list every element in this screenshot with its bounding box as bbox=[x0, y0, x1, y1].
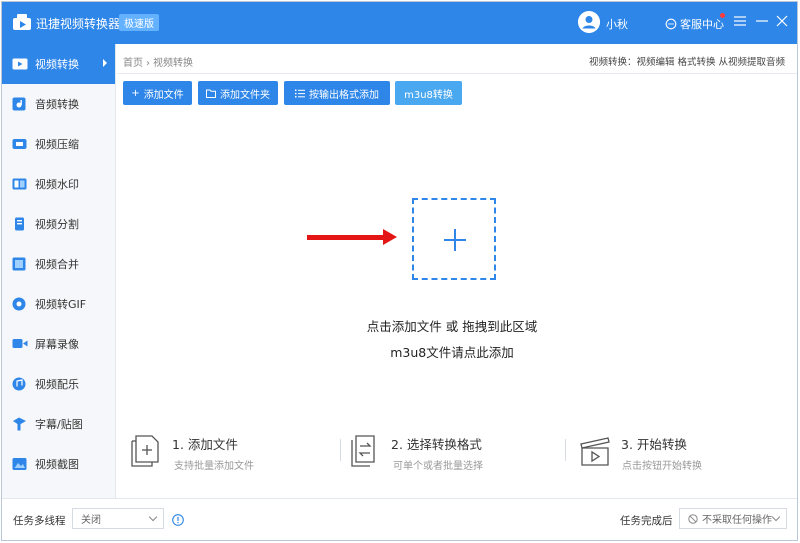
edition-badge: 极速版 bbox=[119, 14, 159, 31]
app-logo-icon bbox=[13, 14, 31, 30]
user-avatar-icon[interactable] bbox=[578, 11, 600, 33]
video-split-icon bbox=[15, 217, 24, 231]
video-screenshot-icon bbox=[12, 458, 27, 470]
chat-bubble-icon bbox=[665, 18, 677, 30]
sidebar-item-audio-convert[interactable]: 音频转换 bbox=[2, 84, 115, 124]
sidebar: 视频转换 音频转换 视频压缩 视频水印 视频分割 视频合并 视频转GIF 屏幕录… bbox=[2, 44, 116, 498]
minimize-icon[interactable] bbox=[752, 11, 772, 31]
m3u8-hint[interactable]: m3u8文件请点此添加 bbox=[302, 342, 602, 361]
breadcrumb-current: 视频转换 bbox=[153, 58, 193, 69]
chevron-down-icon bbox=[771, 512, 781, 522]
add-folder-button[interactable]: 添加文件夹 bbox=[198, 81, 278, 105]
service-center-label: 客服中心 bbox=[680, 18, 724, 31]
after-done-select[interactable]: 不采取任何操作 bbox=[679, 508, 787, 529]
add-file-button[interactable]: + 添加文件 bbox=[123, 81, 192, 105]
start-convert-step-icon bbox=[580, 437, 610, 466]
add-by-format-button[interactable]: 按输出格式添加 bbox=[284, 81, 390, 105]
close-icon[interactable] bbox=[772, 11, 792, 31]
video-to-gif-icon bbox=[12, 297, 26, 311]
select-format-step-icon bbox=[351, 435, 375, 467]
step-1-desc: 支持批量添加文件 bbox=[174, 461, 254, 472]
sidebar-item-video-split[interactable]: 视频分割 bbox=[2, 204, 115, 244]
step-divider bbox=[340, 439, 341, 461]
video-watermark-icon bbox=[12, 178, 27, 190]
multithread-select[interactable]: 关闭 bbox=[72, 508, 164, 529]
step-2-title: 2. 选择转换格式 bbox=[391, 437, 482, 452]
header-divider bbox=[117, 73, 797, 74]
add-file-step-icon bbox=[131, 435, 159, 467]
step-3-desc: 点击按钮开始转换 bbox=[622, 461, 702, 472]
after-done-label: 任务完成后 bbox=[620, 515, 673, 527]
video-music-icon bbox=[12, 377, 26, 391]
step-1-title: 1. 添加文件 bbox=[172, 437, 238, 452]
breadcrumb-home[interactable]: 首页 bbox=[123, 58, 143, 69]
notification-dot bbox=[720, 13, 725, 18]
menu-icon[interactable] bbox=[730, 11, 750, 31]
bottom-bar: 任务多线程 关闭 任务完成后 不采取任何操作 bbox=[2, 498, 797, 540]
video-convert-icon bbox=[12, 58, 28, 70]
step-3-title: 3. 开始转换 bbox=[621, 437, 687, 452]
title-bar: 迅捷视频转换器 极速版 小秋 客服中心 bbox=[2, 2, 797, 44]
subtitle-sticker-icon bbox=[13, 417, 26, 431]
user-name[interactable]: 小秋 bbox=[606, 16, 628, 32]
video-compress-icon bbox=[12, 139, 27, 149]
breadcrumb: 首页 › 视频转换 bbox=[123, 54, 193, 69]
red-arrow-shaft bbox=[307, 235, 385, 240]
dropzone-hint[interactable]: 点击添加文件 或 拖拽到此区域 bbox=[302, 316, 602, 335]
sidebar-item-video-compress[interactable]: 视频压缩 bbox=[2, 124, 115, 164]
sidebar-item-screen-record[interactable]: 屏幕录像 bbox=[2, 324, 115, 364]
plus-icon: + bbox=[131, 87, 140, 99]
breadcrumb-separator: › bbox=[146, 58, 150, 69]
audio-convert-icon bbox=[12, 97, 26, 111]
sidebar-item-video-merge[interactable]: 视频合并 bbox=[2, 244, 115, 284]
video-merge-icon bbox=[12, 257, 26, 271]
add-file-dropzone[interactable] bbox=[412, 198, 496, 280]
folder-icon bbox=[206, 89, 216, 98]
chevron-right-icon bbox=[103, 59, 107, 67]
screen-record-icon bbox=[12, 339, 28, 348]
info-icon[interactable] bbox=[172, 514, 184, 526]
app-window: 迅捷视频转换器 极速版 小秋 客服中心 视频转换 音频转换 视频压缩 视频水印 … bbox=[1, 1, 798, 541]
sidebar-item-subtitle-sticker[interactable]: 字幕/贴图 bbox=[2, 404, 115, 444]
no-action-icon bbox=[688, 513, 698, 524]
multithread-label: 任务多线程 bbox=[13, 515, 66, 527]
sidebar-item-video-watermark[interactable]: 视频水印 bbox=[2, 164, 115, 204]
sidebar-item-video-screenshot[interactable]: 视频截图 bbox=[2, 444, 115, 484]
m3u8-convert-button[interactable]: m3u8转换 bbox=[395, 81, 462, 105]
chevron-down-icon bbox=[148, 512, 158, 522]
step-2-desc: 可单个或者批量选择 bbox=[393, 461, 483, 472]
sidebar-item-video-convert[interactable]: 视频转换 bbox=[2, 44, 115, 84]
feature-links[interactable]: 视频转换：视频编辑 格式转换 从视频提取音频 bbox=[589, 54, 785, 68]
app-title: 迅捷视频转换器 bbox=[36, 17, 121, 31]
step-divider bbox=[565, 439, 566, 461]
list-icon bbox=[295, 89, 305, 97]
sidebar-item-video-music[interactable]: 视频配乐 bbox=[2, 364, 115, 404]
red-arrow-icon bbox=[383, 229, 397, 245]
sidebar-item-video-to-gif[interactable]: 视频转GIF bbox=[2, 284, 115, 324]
service-center-link[interactable]: 客服中心 bbox=[665, 16, 724, 32]
